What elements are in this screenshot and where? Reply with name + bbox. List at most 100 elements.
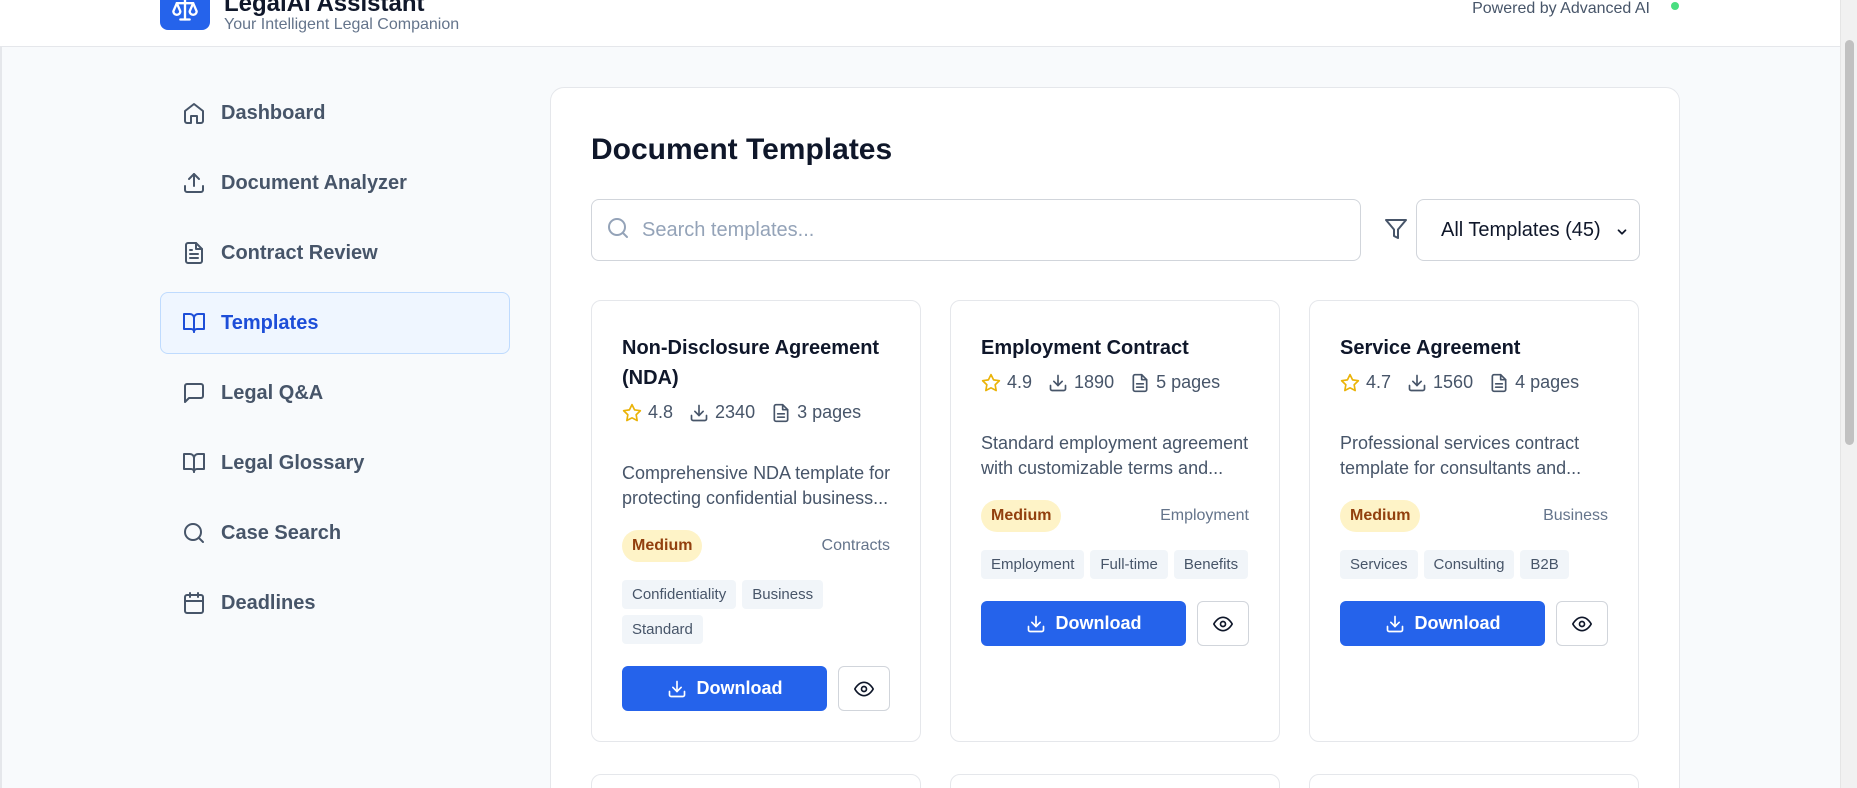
select-value: All Templates (45) [1441,218,1601,241]
search-icon [181,520,207,546]
sidebar-item-label: Legal Q&A [221,381,324,404]
search-box[interactable] [591,199,1361,261]
app-subtitle: Your Intelligent Legal Companion [224,16,460,33]
sidebar-item-label: Contract Review [221,241,378,264]
tag-list: Employment Full-time Benefits [981,550,1251,579]
page-title: Document Templates [591,133,893,166]
download-icon [1386,615,1403,632]
sidebar-item-dashboard[interactable]: Dashboard [160,82,510,144]
file-text-icon [773,403,789,422]
page-left-border [0,0,2,788]
card-title: Employment Contract [981,337,1189,359]
calendar-icon [181,590,207,616]
scales-logo-icon [160,0,210,30]
search-icon [606,216,630,245]
eye-icon [1213,616,1233,631]
sidebar-item-templates[interactable]: Templates [160,292,510,354]
download-button[interactable]: Download [981,601,1186,646]
star-icon [1340,373,1360,391]
status-indicator [1671,2,1679,10]
templates-panel: Document Templates All Templates (45) No… [550,87,1680,788]
tag: B2B [1520,550,1569,579]
sidebar-item-label: Document Analyzer [221,171,407,194]
download-label: Download [1414,613,1501,633]
card-title: Service Agreement [1340,337,1521,359]
sidebar-item-legal-glossary[interactable]: Legal Glossary [160,432,510,494]
download-icon [668,680,685,697]
sidebar-item-label: Templates [221,311,319,334]
page-count: 4 pages [1515,372,1580,392]
filter-icon[interactable] [1381,214,1411,244]
search-input[interactable] [642,218,1322,242]
card-meta: 4.8 2340 3 pages [622,402,877,423]
download-button[interactable]: Download [622,666,827,711]
card-description: Professional services contract template … [1340,433,1582,478]
book-open-icon [181,450,207,476]
template-card: Non-Disclosure Agreement (NDA) 4.8 2340 … [591,300,921,742]
download-count: 2340 [715,402,756,422]
template-card [950,774,1280,788]
tag: Full-time [1090,550,1168,579]
difficulty-badge: Medium [1340,500,1421,532]
page-count: 5 pages [1156,372,1221,392]
powered-by-text: Powered by Advanced AI [1472,0,1650,17]
message-square-icon [181,380,207,406]
download-icon [1049,374,1067,391]
category-label: Business [1543,507,1608,524]
tag: Confidentiality [622,580,737,609]
page-count: 3 pages [797,402,862,422]
tag: Consulting [1423,550,1515,579]
category-label: Contracts [821,537,890,554]
download-count: 1890 [1074,372,1115,392]
sidebar-nav: Dashboard Document Analyzer Contract Rev… [160,82,510,642]
template-card: Employment Contract 4.9 1890 5 pages Sta… [950,300,1280,742]
sidebar-item-contract-review[interactable]: Contract Review [160,222,510,284]
template-filter-select[interactable]: All Templates (45) [1416,199,1640,261]
star-icon [622,403,642,421]
tag: Employment [981,550,1085,579]
eye-icon [854,681,874,696]
sidebar-item-document-analyzer[interactable]: Document Analyzer [160,152,510,214]
file-text-icon [1491,373,1507,392]
sidebar-item-legal-qa[interactable]: Legal Q&A [160,362,510,424]
download-label: Download [1055,613,1142,633]
card-meta: 4.7 1560 4 pages [1340,372,1595,393]
download-icon [1408,374,1426,391]
preview-button[interactable] [1197,601,1249,646]
difficulty-badge: Medium [981,500,1062,532]
home-icon [181,100,207,126]
download-count: 1560 [1433,372,1474,392]
tag: Business [742,580,824,609]
difficulty-badge: Medium [622,530,703,562]
tag-list: Confidentiality Business Standard [622,580,892,644]
tag: Benefits [1173,550,1249,579]
file-text-icon [181,240,207,266]
sidebar-item-case-search[interactable]: Case Search [160,502,510,564]
app-header: LegalAI Assistant Your Intelligent Legal… [0,0,1840,47]
download-icon [1027,615,1044,632]
preview-button[interactable] [1556,601,1608,646]
card-meta: 4.9 1890 5 pages [981,372,1236,393]
upload-icon [181,170,207,196]
download-icon [690,404,708,421]
scrollbar-thumb[interactable] [1845,40,1854,445]
card-description: Standard employment agreement with custo… [981,433,1249,478]
preview-button[interactable] [838,666,890,711]
download-button[interactable]: Download [1340,601,1545,646]
category-label: Employment [1160,507,1249,524]
sidebar-item-label: Case Search [221,521,342,544]
template-card: Service Agreement 4.7 1560 4 pages Profe… [1309,300,1639,742]
rating: 4.9 [1007,372,1033,392]
rating: 4.7 [1366,372,1392,392]
card-description: Comprehensive NDA template for protectin… [622,463,891,508]
sidebar-item-label: Deadlines [221,591,316,614]
download-label: Download [696,678,783,698]
tag-list: Services Consulting B2B [1340,550,1610,579]
tag: Standard [622,615,703,644]
sidebar-item-deadlines[interactable]: Deadlines [160,572,510,634]
card-title: Non-Disclosure Agreement (NDA) [622,337,880,389]
chevron-down-icon [1615,222,1629,245]
scrollbar[interactable] [1840,0,1857,788]
star-icon [981,373,1001,391]
file-text-icon [1132,373,1148,392]
